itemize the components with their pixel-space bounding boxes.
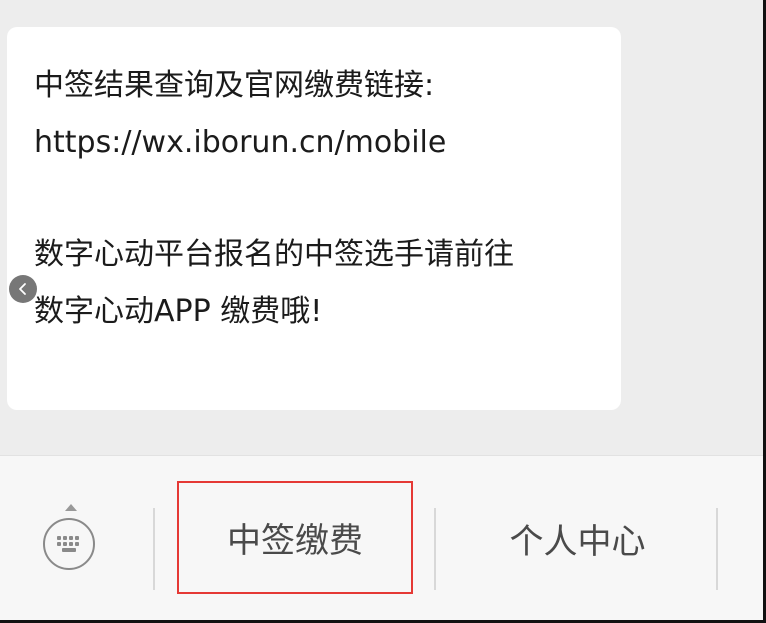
message-link[interactable]: https://wx.iborun.cn/mobile [34,114,621,171]
message-line-app: 数字心动APP 缴费哦! [34,294,323,329]
menu-divider [153,508,155,590]
keyboard-icon [43,518,95,570]
menu-divider [716,508,718,590]
chevron-left-icon [19,283,26,295]
message-line-instruction: 数字心动平台报名的中签选手请前往 [34,237,514,272]
menu-divider [434,508,436,590]
message-bubble: 中签结果查询及官网缴费链接: https://wx.iborun.cn/mobi… [7,27,621,410]
menu-item-payment[interactable]: 中签缴费 [177,481,413,594]
caret-up-icon [65,504,77,511]
bottom-menu-bar: 中签缴费 个人中心 [0,455,763,620]
menu-item-label: 中签缴费 [227,521,363,561]
menu-item-personal-center[interactable]: 个人中心 [440,486,715,590]
keyboard-toggle-button[interactable] [38,496,104,576]
chat-area: 中签结果查询及官网缴费链接: https://wx.iborun.cn/mobi… [0,0,763,455]
message-line-title: 中签结果查询及官网缴费链接: [34,68,435,103]
back-button[interactable] [9,275,37,303]
menu-item-label: 个人中心 [509,521,646,562]
